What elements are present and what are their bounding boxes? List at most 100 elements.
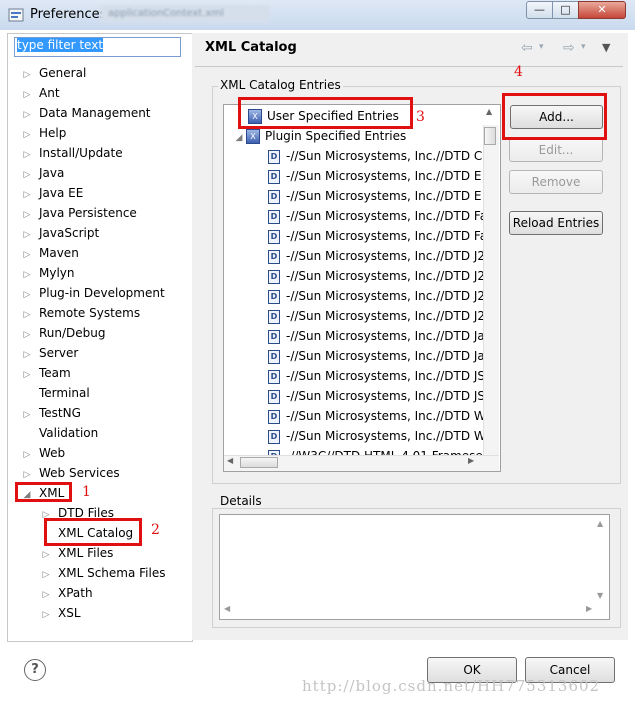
plugin-entry-row[interactable]: D -//Sun Microsystems, Inc.//DTD C xyxy=(268,146,482,166)
sidebar-item-xsl[interactable]: ▷ XSL xyxy=(40,603,81,623)
expand-arrow-icon[interactable]: ▷ xyxy=(21,405,33,425)
sidebar-item-maven[interactable]: ▷ Maven xyxy=(21,243,79,263)
expand-arrow-icon[interactable]: ▷ xyxy=(21,185,33,205)
expand-arrow-icon[interactable]: ▷ xyxy=(40,585,52,605)
plugin-entry-label: -//Sun Microsystems, Inc.//DTD E xyxy=(286,189,482,203)
remove-button[interactable]: Remove xyxy=(509,170,603,194)
expand-arrow-icon[interactable]: ◢ xyxy=(232,128,246,148)
sidebar-item-label: Help xyxy=(39,126,67,140)
edit-button[interactable]: Edit... xyxy=(509,138,603,162)
catalog-entries-label: XML Catalog Entries xyxy=(218,78,343,92)
sidebar-item-web[interactable]: ▷ Web xyxy=(21,443,66,465)
help-icon[interactable]: ? xyxy=(24,659,46,681)
forward-dropdown-icon[interactable]: ▾ xyxy=(581,42,586,52)
plugin-entry-row[interactable]: D -//Sun Microsystems, Inc.//DTD Fa xyxy=(268,226,487,246)
details-text-area[interactable] xyxy=(219,514,610,620)
view-menu-icon[interactable]: ▼ xyxy=(602,41,610,54)
sidebar-item-xml-schema-files[interactable]: ▷ XML Schema Files xyxy=(40,563,166,585)
plugin-entry-row[interactable]: D -//Sun Microsystems, Inc.//DTD W xyxy=(268,406,486,426)
scroll-right-icon[interactable]: ▶ xyxy=(468,456,474,465)
reload-entries-button[interactable]: Reload Entries xyxy=(509,211,603,235)
expand-arrow-icon[interactable]: ▷ xyxy=(21,65,33,85)
catalog-entries-tree[interactable]: X User Specified Entries ◢ X Plugin Specifi… xyxy=(223,104,501,472)
plugin-entry-row[interactable]: D -//Sun Microsystems, Inc.//DTD J2 xyxy=(268,246,485,266)
expand-arrow-icon[interactable]: ▷ xyxy=(21,445,33,465)
plugin-entry-label: -//Sun Microsystems, Inc.//DTD C xyxy=(286,149,483,163)
plugin-specified-entries-node[interactable]: ◢ X Plugin Specified Entries xyxy=(232,126,406,146)
plugin-entry-row[interactable]: D -//Sun Microsystems, Inc.//DTD J2 xyxy=(268,266,485,286)
expand-arrow-icon[interactable]: ▷ xyxy=(21,85,33,105)
sidebar-item-general[interactable]: ▷ General xyxy=(21,63,87,85)
sidebar-item-xml-files[interactable]: ▷ XML Files xyxy=(40,543,114,565)
sidebar-item-plug-in-development[interactable]: ▷ Plug-in Development xyxy=(21,283,165,303)
plugin-entry-row[interactable]: D -//Sun Microsystems, Inc.//DTD JS xyxy=(268,386,485,406)
sidebar-item-java-persistence[interactable]: ▷ Java Persistence xyxy=(21,203,137,223)
annotation-box-user-entries xyxy=(238,97,413,129)
details-scroll-down-icon[interactable]: ▼ xyxy=(597,591,603,600)
expand-arrow-icon[interactable]: ▷ xyxy=(21,145,33,165)
plugin-entry-row[interactable]: D -//Sun Microsystems, Inc.//DTD W xyxy=(268,426,486,446)
expand-arrow-icon[interactable]: ▷ xyxy=(21,165,33,185)
sidebar-item-xpath[interactable]: ▷ XPath xyxy=(40,583,93,603)
sidebar-item-ant[interactable]: ▷ Ant xyxy=(21,83,60,103)
plugin-entry-row[interactable]: D -//Sun Microsystems, Inc.//DTD E xyxy=(268,166,481,186)
back-arrow-icon[interactable]: ⇦ xyxy=(521,40,533,56)
sidebar-item-java[interactable]: ▷ Java xyxy=(21,163,65,185)
maximize-button[interactable]: □ xyxy=(552,1,579,19)
sidebar-item-run-debug[interactable]: ▷ Run/Debug xyxy=(21,323,106,343)
page-title: XML Catalog xyxy=(205,40,297,55)
sidebar-item-javascript[interactable]: ▷ JavaScript xyxy=(21,223,100,245)
sidebar-item-web-services[interactable]: ▷ Web Services xyxy=(21,463,120,483)
forward-arrow-icon[interactable]: ⇨ xyxy=(563,40,575,56)
sidebar-item-team[interactable]: ▷ Team xyxy=(21,363,71,383)
sidebar-item-validation[interactable]: Validation xyxy=(21,423,98,443)
horizontal-scroll-thumb[interactable] xyxy=(240,457,278,468)
plugin-entry-row[interactable]: D -//Sun Microsystems, Inc.//DTD Ja xyxy=(268,326,485,346)
expand-arrow-icon[interactable]: ▷ xyxy=(21,285,33,305)
sidebar-item-java-ee[interactable]: ▷ Java EE xyxy=(21,183,84,205)
sidebar-item-help[interactable]: ▷ Help xyxy=(21,123,67,145)
expand-arrow-icon[interactable]: ▷ xyxy=(21,365,33,385)
plugin-entry-row[interactable]: D -//Sun Microsystems, Inc.//DTD Ja xyxy=(268,346,485,366)
sidebar-item-remote-systems[interactable]: ▷ Remote Systems xyxy=(21,303,141,325)
expand-arrow-icon[interactable]: ▷ xyxy=(21,305,33,325)
plugin-entry-label: -//Sun Microsystems, Inc.//DTD E xyxy=(286,169,482,183)
expand-arrow-icon[interactable]: ▷ xyxy=(21,345,33,365)
expand-arrow-icon[interactable]: ▷ xyxy=(21,325,33,345)
sidebar-item-label: Web xyxy=(39,446,66,460)
sidebar-item-server[interactable]: ▷ Server xyxy=(21,343,79,365)
expand-arrow-icon[interactable]: ▷ xyxy=(21,125,33,145)
plugin-entry-row[interactable]: D -//Sun Microsystems, Inc.//DTD J2 xyxy=(268,306,485,326)
expand-arrow-icon[interactable]: ▷ xyxy=(40,605,52,625)
details-scroll-left-icon[interactable]: ◀ xyxy=(224,604,230,613)
expand-arrow-icon[interactable]: ▷ xyxy=(21,205,33,225)
plugin-entry-label: -//Sun Microsystems, Inc.//DTD J2 xyxy=(286,289,486,303)
vertical-scroll-thumb[interactable] xyxy=(484,127,496,145)
sidebar-item-terminal[interactable]: Terminal xyxy=(21,383,90,403)
expand-arrow-icon[interactable]: ▷ xyxy=(40,565,52,585)
details-scroll-right-icon[interactable]: ▶ xyxy=(586,604,592,613)
expand-arrow-icon[interactable]: ▷ xyxy=(21,265,33,285)
minimize-button[interactable]: — xyxy=(526,1,553,19)
plugin-entry-row[interactable]: D -//Sun Microsystems, Inc.//DTD Fa xyxy=(268,206,487,226)
scroll-left-icon[interactable]: ◀ xyxy=(227,456,233,465)
close-button[interactable]: ✕ xyxy=(578,1,626,19)
expand-arrow-icon[interactable]: ▷ xyxy=(21,105,33,125)
watermark: http://blog.csdn.net/HH775313602 xyxy=(302,677,601,695)
plugin-entry-row[interactable]: D -//Sun Microsystems, Inc.//DTD JS xyxy=(268,366,485,386)
back-dropdown-icon[interactable]: ▾ xyxy=(539,42,544,52)
sidebar-item-mylyn[interactable]: ▷ Mylyn xyxy=(21,263,75,283)
plugin-entry-row[interactable]: D -//Sun Microsystems, Inc.//DTD J2 xyxy=(268,286,485,306)
expand-arrow-icon[interactable]: ▷ xyxy=(21,245,33,265)
plugin-entry-row[interactable]: D -//Sun Microsystems, Inc.//DTD E xyxy=(268,186,481,206)
vertical-scrollbar[interactable] xyxy=(483,125,499,455)
filter-input[interactable]: type filter text xyxy=(14,37,181,57)
dtd-file-icon: D xyxy=(268,289,280,304)
details-scroll-up-icon[interactable]: ▲ xyxy=(597,519,603,528)
scroll-up-icon[interactable]: ▲ xyxy=(486,107,492,116)
expand-arrow-icon[interactable]: ▷ xyxy=(21,225,33,245)
sidebar-item-install-update[interactable]: ▷ Install/Update xyxy=(21,143,123,163)
sidebar-item-testng[interactable]: ▷ TestNG xyxy=(21,403,81,423)
expand-arrow-icon[interactable]: ▷ xyxy=(40,545,52,565)
sidebar-item-data-management[interactable]: ▷ Data Management xyxy=(21,103,151,123)
